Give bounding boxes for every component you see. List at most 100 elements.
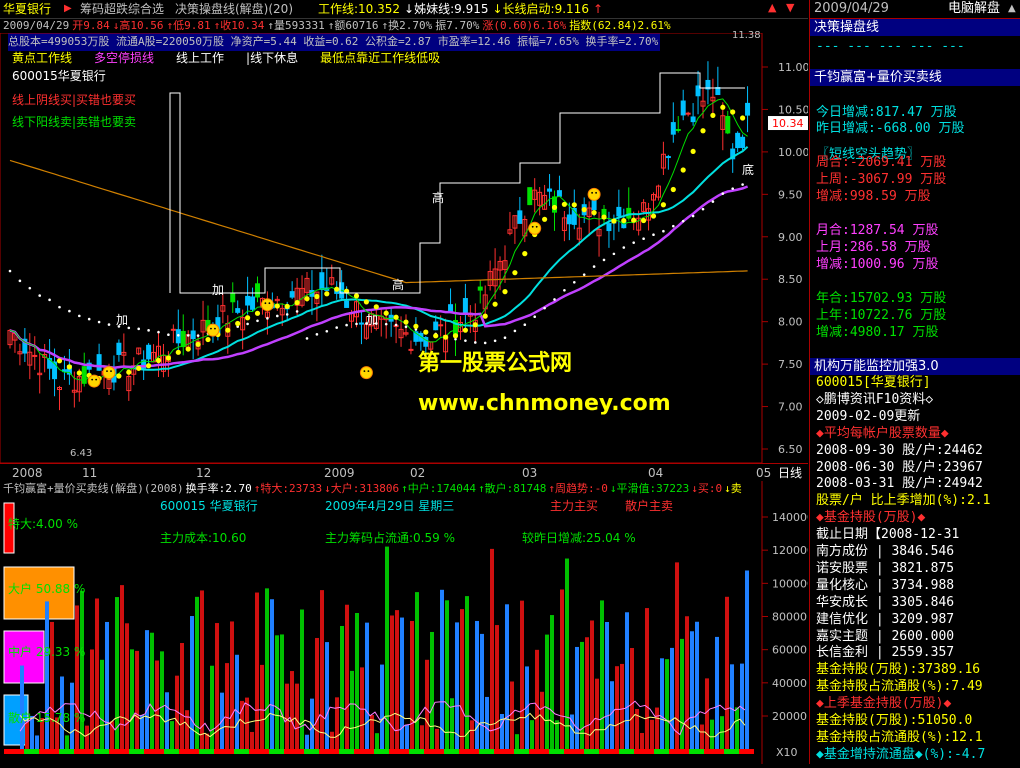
- side-row: 周合:-2069.41 万股: [816, 155, 947, 170]
- working-line-dot: [730, 109, 736, 115]
- indicator-name[interactable]: 决策操盘线(解盘)(20): [175, 2, 293, 16]
- trend-strip: [184, 749, 189, 754]
- side-row: 华安成长 | 3305.846: [816, 594, 955, 610]
- trend-strip: [614, 749, 619, 754]
- working-line-dot: [155, 357, 162, 364]
- volume-bar: [700, 724, 704, 749]
- play-arrow-icon[interactable]: ▶: [64, 2, 72, 16]
- volume-bar: [535, 649, 539, 749]
- candle-body: [52, 361, 58, 380]
- down-arrow-icon[interactable]: ▼: [786, 1, 794, 15]
- trend-strip: [619, 749, 624, 754]
- side-header: 2009/04/29 电脑解盘 ▲: [810, 0, 1020, 19]
- trend-strip: [264, 749, 269, 754]
- date-tick: 11: [82, 466, 98, 480]
- volume-bar: [420, 725, 424, 749]
- working-line-dot: [314, 293, 320, 300]
- trend-strip: [459, 749, 464, 754]
- trend-strip: [14, 749, 19, 754]
- tab-analysis[interactable]: 电脑解盘: [948, 2, 1000, 16]
- volume-bar: [275, 635, 279, 749]
- ohlc-value: 2009/04/29: [3, 19, 70, 32]
- volume-bar: [480, 633, 484, 749]
- candle-body: [190, 330, 196, 340]
- white-dot: [493, 339, 497, 343]
- trend-strip: [599, 749, 604, 754]
- super-large-pct: 特大:4.00 %: [8, 517, 78, 531]
- stock-name[interactable]: 华夏银行: [3, 2, 51, 16]
- indicator-value: ↓大户:313806: [324, 482, 400, 495]
- trend-strip: [354, 749, 359, 754]
- working-line-dot: [601, 214, 607, 220]
- trend-strip: [104, 749, 109, 754]
- white-dot: [276, 314, 279, 318]
- up-arrow-icon[interactable]: ▲: [768, 1, 776, 15]
- trend-strip: [499, 749, 504, 754]
- working-line-dot: [650, 213, 657, 219]
- white-dot: [266, 317, 269, 320]
- volume-bar: [305, 734, 309, 749]
- candle-body: [675, 129, 681, 132]
- buy-label: 主力主买: [550, 499, 599, 513]
- volume-bar: [540, 691, 544, 749]
- section-header[interactable]: 决策操盘线: [810, 19, 1020, 36]
- volume-bar: [435, 728, 439, 749]
- scroll-up-icon[interactable]: ▲: [1008, 2, 1016, 16]
- price-label: 10.50: [778, 103, 808, 116]
- volume-bar: [610, 681, 614, 749]
- trend-strip: [639, 749, 644, 754]
- trend-strip: [674, 749, 679, 754]
- smiley-icon: [367, 370, 370, 372]
- white-dot: [28, 286, 32, 290]
- trend-strip: [294, 749, 299, 754]
- working-line-dot: [225, 327, 231, 333]
- main-chart-area[interactable]: 11.00 10.50 10.00 9.50 9.00 8.50 8.00 7.50 7.00 6…: [0, 30, 810, 464]
- trend-strip: [19, 749, 24, 754]
- trend-strip: [439, 749, 444, 754]
- trend-strip: [39, 749, 44, 754]
- formula-name[interactable]: 筹码超跌综合选: [80, 2, 164, 16]
- volume-bar: [530, 720, 534, 749]
- volume-bar: [470, 720, 474, 749]
- smiley-icon: [206, 323, 220, 337]
- candle-body: [745, 102, 751, 116]
- buy-rule-text: 线上阴线买|买错也要买: [12, 93, 137, 107]
- volume-label: 120000: [772, 544, 808, 557]
- volume-bar: [90, 649, 94, 749]
- white-dot: [335, 326, 339, 329]
- legend-row: 黄点工作线 多空停损线 线上工作 |线下休息 最低点靠近工作线低吸: [12, 51, 462, 65]
- dash-row: --- --- --- --- ---: [816, 39, 965, 54]
- white-dot: [38, 294, 41, 297]
- trend-strip: [554, 749, 559, 754]
- volume-bar: [690, 631, 694, 749]
- price-label: 11.00: [778, 61, 808, 74]
- period-label[interactable]: 日线: [778, 466, 802, 480]
- candle-body: [547, 188, 553, 192]
- trend-strip: [489, 749, 494, 754]
- indicator-value: ↓长线启动:9.116: [492, 2, 589, 16]
- volume-indicator-panel[interactable]: 140000 120000 100000 80000 60000 40000 20000 千…: [0, 481, 814, 764]
- volume-bar: [375, 733, 379, 749]
- volume-bar: [505, 604, 509, 749]
- section-header[interactable]: 千钧赢富+量价买卖线: [810, 69, 1020, 86]
- indicator-values: 工作线:10.352 ↓姊妹线:9.915 ↓长线启动:9.116 ↑: [318, 2, 607, 16]
- white-dot: [295, 310, 299, 313]
- volume-chart[interactable]: 140000 120000 100000 80000 60000 40000 20000: [0, 481, 814, 764]
- white-dot: [652, 233, 655, 237]
- trend-strip: [54, 749, 59, 754]
- side-row: ◆基金持股(万股)◆: [816, 510, 926, 526]
- trend-strip: [189, 749, 194, 754]
- working-line-dot: [185, 346, 191, 352]
- side-row: 增减:4980.17 万股: [816, 325, 939, 340]
- working-line-dot: [680, 167, 686, 173]
- add-marker: 加: [366, 313, 379, 327]
- smiley-icon: [260, 298, 274, 312]
- white-dot: [305, 337, 309, 340]
- date-axis: 2008 11 12 2009 02 03 04 05 日线: [0, 463, 808, 483]
- section-header[interactable]: 机构万能监控加强3.0: [810, 358, 1020, 375]
- volume-bar: [450, 698, 454, 749]
- working-line-dot: [274, 303, 280, 309]
- white-dot: [157, 330, 160, 334]
- trend-strip: [164, 749, 169, 754]
- trend-strip: [739, 749, 744, 754]
